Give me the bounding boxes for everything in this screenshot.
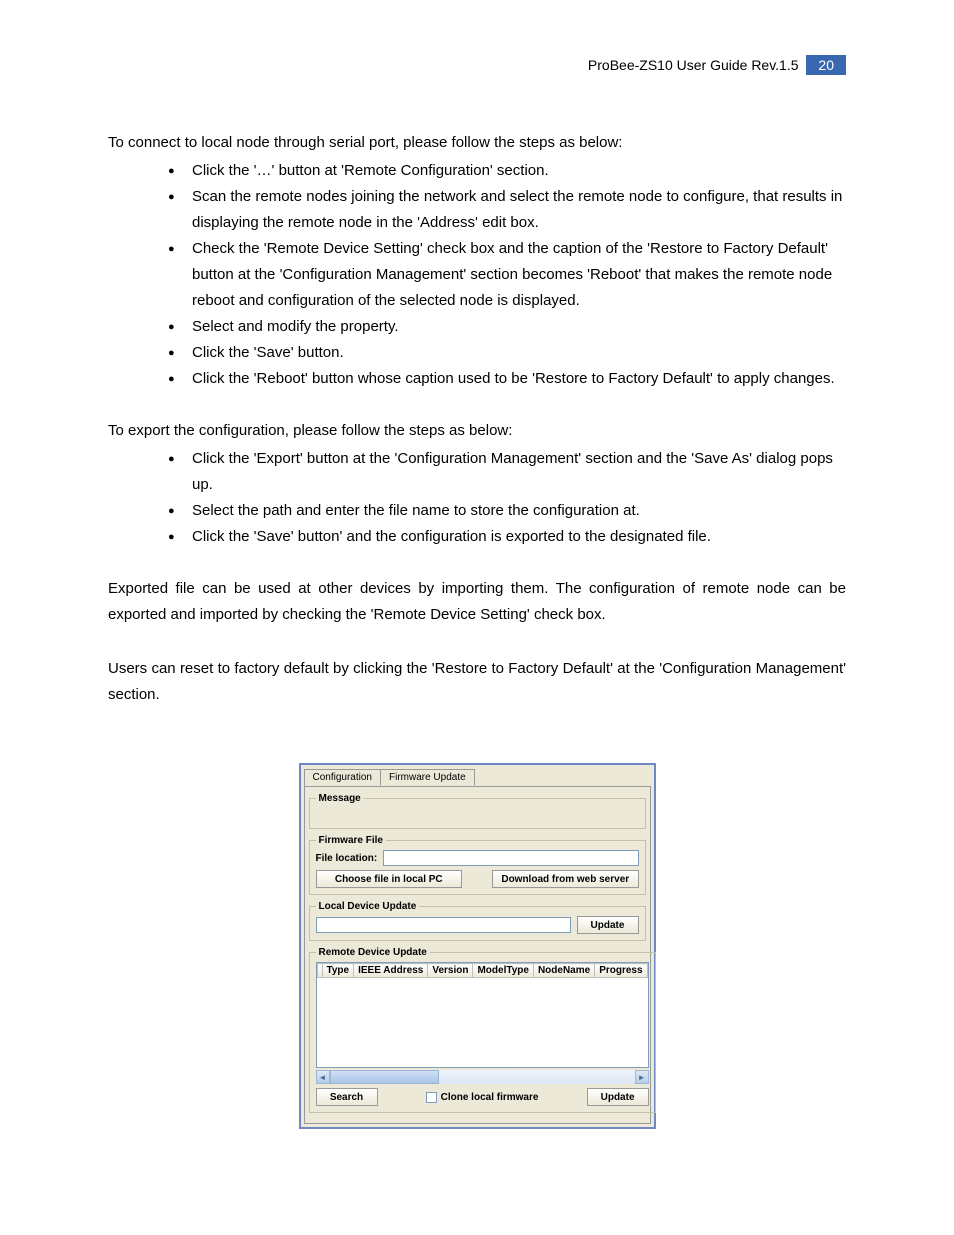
firmware-file-group: Firmware File File location: Choose file…: [309, 835, 646, 895]
header-title: ProBee-ZS10 User Guide Rev.1.5: [588, 57, 799, 73]
remote-device-update-legend: Remote Device Update: [316, 947, 430, 958]
col-progress[interactable]: Progress: [595, 964, 647, 978]
remote-device-update-group: Remote Device Update Type IEEE Address V…: [309, 947, 656, 1113]
download-button[interactable]: Download from web server: [492, 870, 639, 888]
col-ieee-address[interactable]: IEEE Address: [354, 964, 428, 978]
page-number: 20: [806, 55, 846, 75]
list-item: Select the path and enter the file name …: [168, 498, 846, 524]
paragraph-intro-1: To connect to local node through serial …: [108, 130, 846, 156]
horizontal-scrollbar[interactable]: ◄ ►: [316, 1070, 649, 1084]
local-device-update-legend: Local Device Update: [316, 901, 420, 912]
steps-list-2: Click the 'Export' button at the 'Config…: [168, 446, 846, 550]
paragraph-intro-2: To export the configuration, please foll…: [108, 418, 846, 444]
message-group: Message: [309, 793, 646, 829]
local-progress-field: [316, 917, 571, 933]
remote-device-table[interactable]: Type IEEE Address Version ModelType Node…: [316, 962, 649, 1068]
col-type[interactable]: Type: [322, 964, 354, 978]
local-update-button[interactable]: Update: [577, 916, 639, 934]
scroll-track[interactable]: [330, 1070, 635, 1084]
tab-strip: Configuration Firmware Update: [304, 768, 651, 785]
message-body: [316, 808, 639, 822]
clone-firmware-label: Clone local firmware: [441, 1092, 539, 1103]
col-version[interactable]: Version: [428, 964, 473, 978]
page-header: ProBee-ZS10 User Guide Rev.1.5 20: [108, 55, 846, 75]
firmware-file-legend: Firmware File: [316, 835, 386, 846]
message-legend: Message: [316, 793, 364, 804]
scroll-right-arrow-icon[interactable]: ►: [635, 1070, 649, 1084]
remote-update-button[interactable]: Update: [587, 1088, 649, 1106]
list-item: Scan the remote nodes joining the networ…: [168, 184, 846, 236]
table-header-row: Type IEEE Address Version ModelType Node…: [317, 964, 647, 978]
tab-configuration[interactable]: Configuration: [304, 769, 381, 786]
file-location-input[interactable]: [383, 850, 638, 866]
list-item: Click the 'Reboot' button whose caption …: [168, 366, 846, 392]
clone-firmware-checkbox[interactable]: [426, 1092, 437, 1103]
list-item: Select and modify the property.: [168, 314, 846, 340]
scroll-left-arrow-icon[interactable]: ◄: [316, 1070, 330, 1084]
file-location-label: File location:: [316, 853, 378, 864]
list-item: Click the '…' button at 'Remote Configur…: [168, 158, 846, 184]
tab-firmware-update[interactable]: Firmware Update: [380, 769, 475, 786]
list-item: Click the 'Save' button' and the configu…: [168, 524, 846, 550]
list-item: Click the 'Save' button.: [168, 340, 846, 366]
paragraph-export-note: Exported file can be used at other devic…: [108, 576, 846, 628]
paragraph-reset-note: Users can reset to factory default by cl…: [108, 656, 846, 708]
tab-panel: Message Firmware File File location: Cho…: [304, 786, 651, 1124]
choose-file-button[interactable]: Choose file in local PC: [316, 870, 463, 888]
col-nodename[interactable]: NodeName: [533, 964, 594, 978]
col-modeltype[interactable]: ModelType: [473, 964, 533, 978]
scroll-thumb[interactable]: [330, 1070, 440, 1084]
list-item: Click the 'Export' button at the 'Config…: [168, 446, 846, 498]
local-device-update-group: Local Device Update Update: [309, 901, 646, 941]
list-item: Check the 'Remote Device Setting' check …: [168, 236, 846, 314]
search-button[interactable]: Search: [316, 1088, 378, 1106]
steps-list-1: Click the '…' button at 'Remote Configur…: [168, 158, 846, 392]
firmware-update-dialog: Configuration Firmware Update Message Fi…: [299, 763, 656, 1129]
